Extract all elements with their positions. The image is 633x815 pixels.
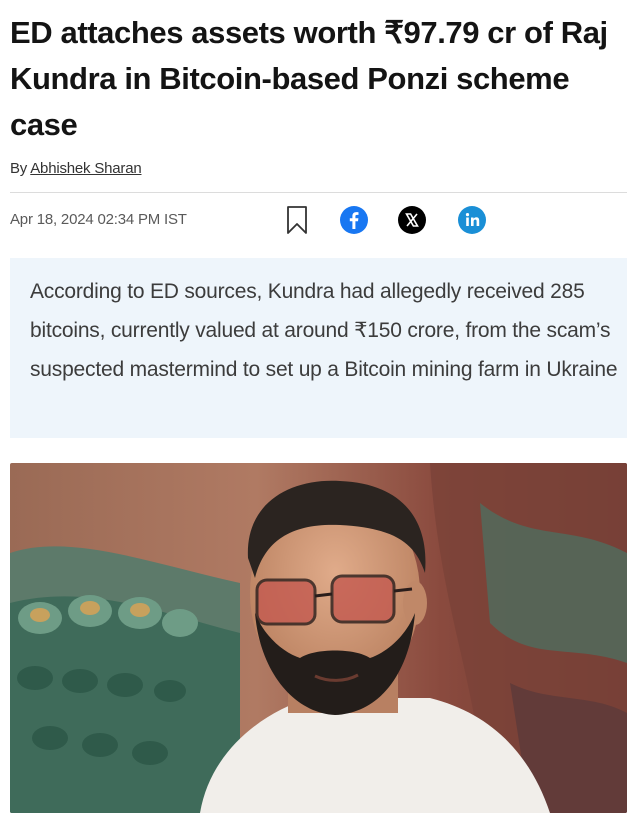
bookmark-icon[interactable] (285, 204, 309, 236)
byline: By Abhishek Sharan (10, 160, 142, 177)
byline-prefix: By (10, 160, 28, 177)
author-link[interactable]: Abhishek Sharan (30, 160, 141, 177)
publish-date: Apr 18, 2024 02:34 PM IST (10, 211, 187, 228)
article-photo (10, 463, 627, 813)
facebook-icon[interactable] (340, 206, 368, 234)
article-headline: ED attaches assets worth ₹97.79 cr of Ra… (10, 15, 608, 142)
article-summary: According to ED sources, Kundra had alle… (30, 280, 618, 381)
linkedin-icon[interactable] (458, 206, 486, 234)
divider (10, 192, 627, 193)
x-icon[interactable] (398, 206, 426, 234)
